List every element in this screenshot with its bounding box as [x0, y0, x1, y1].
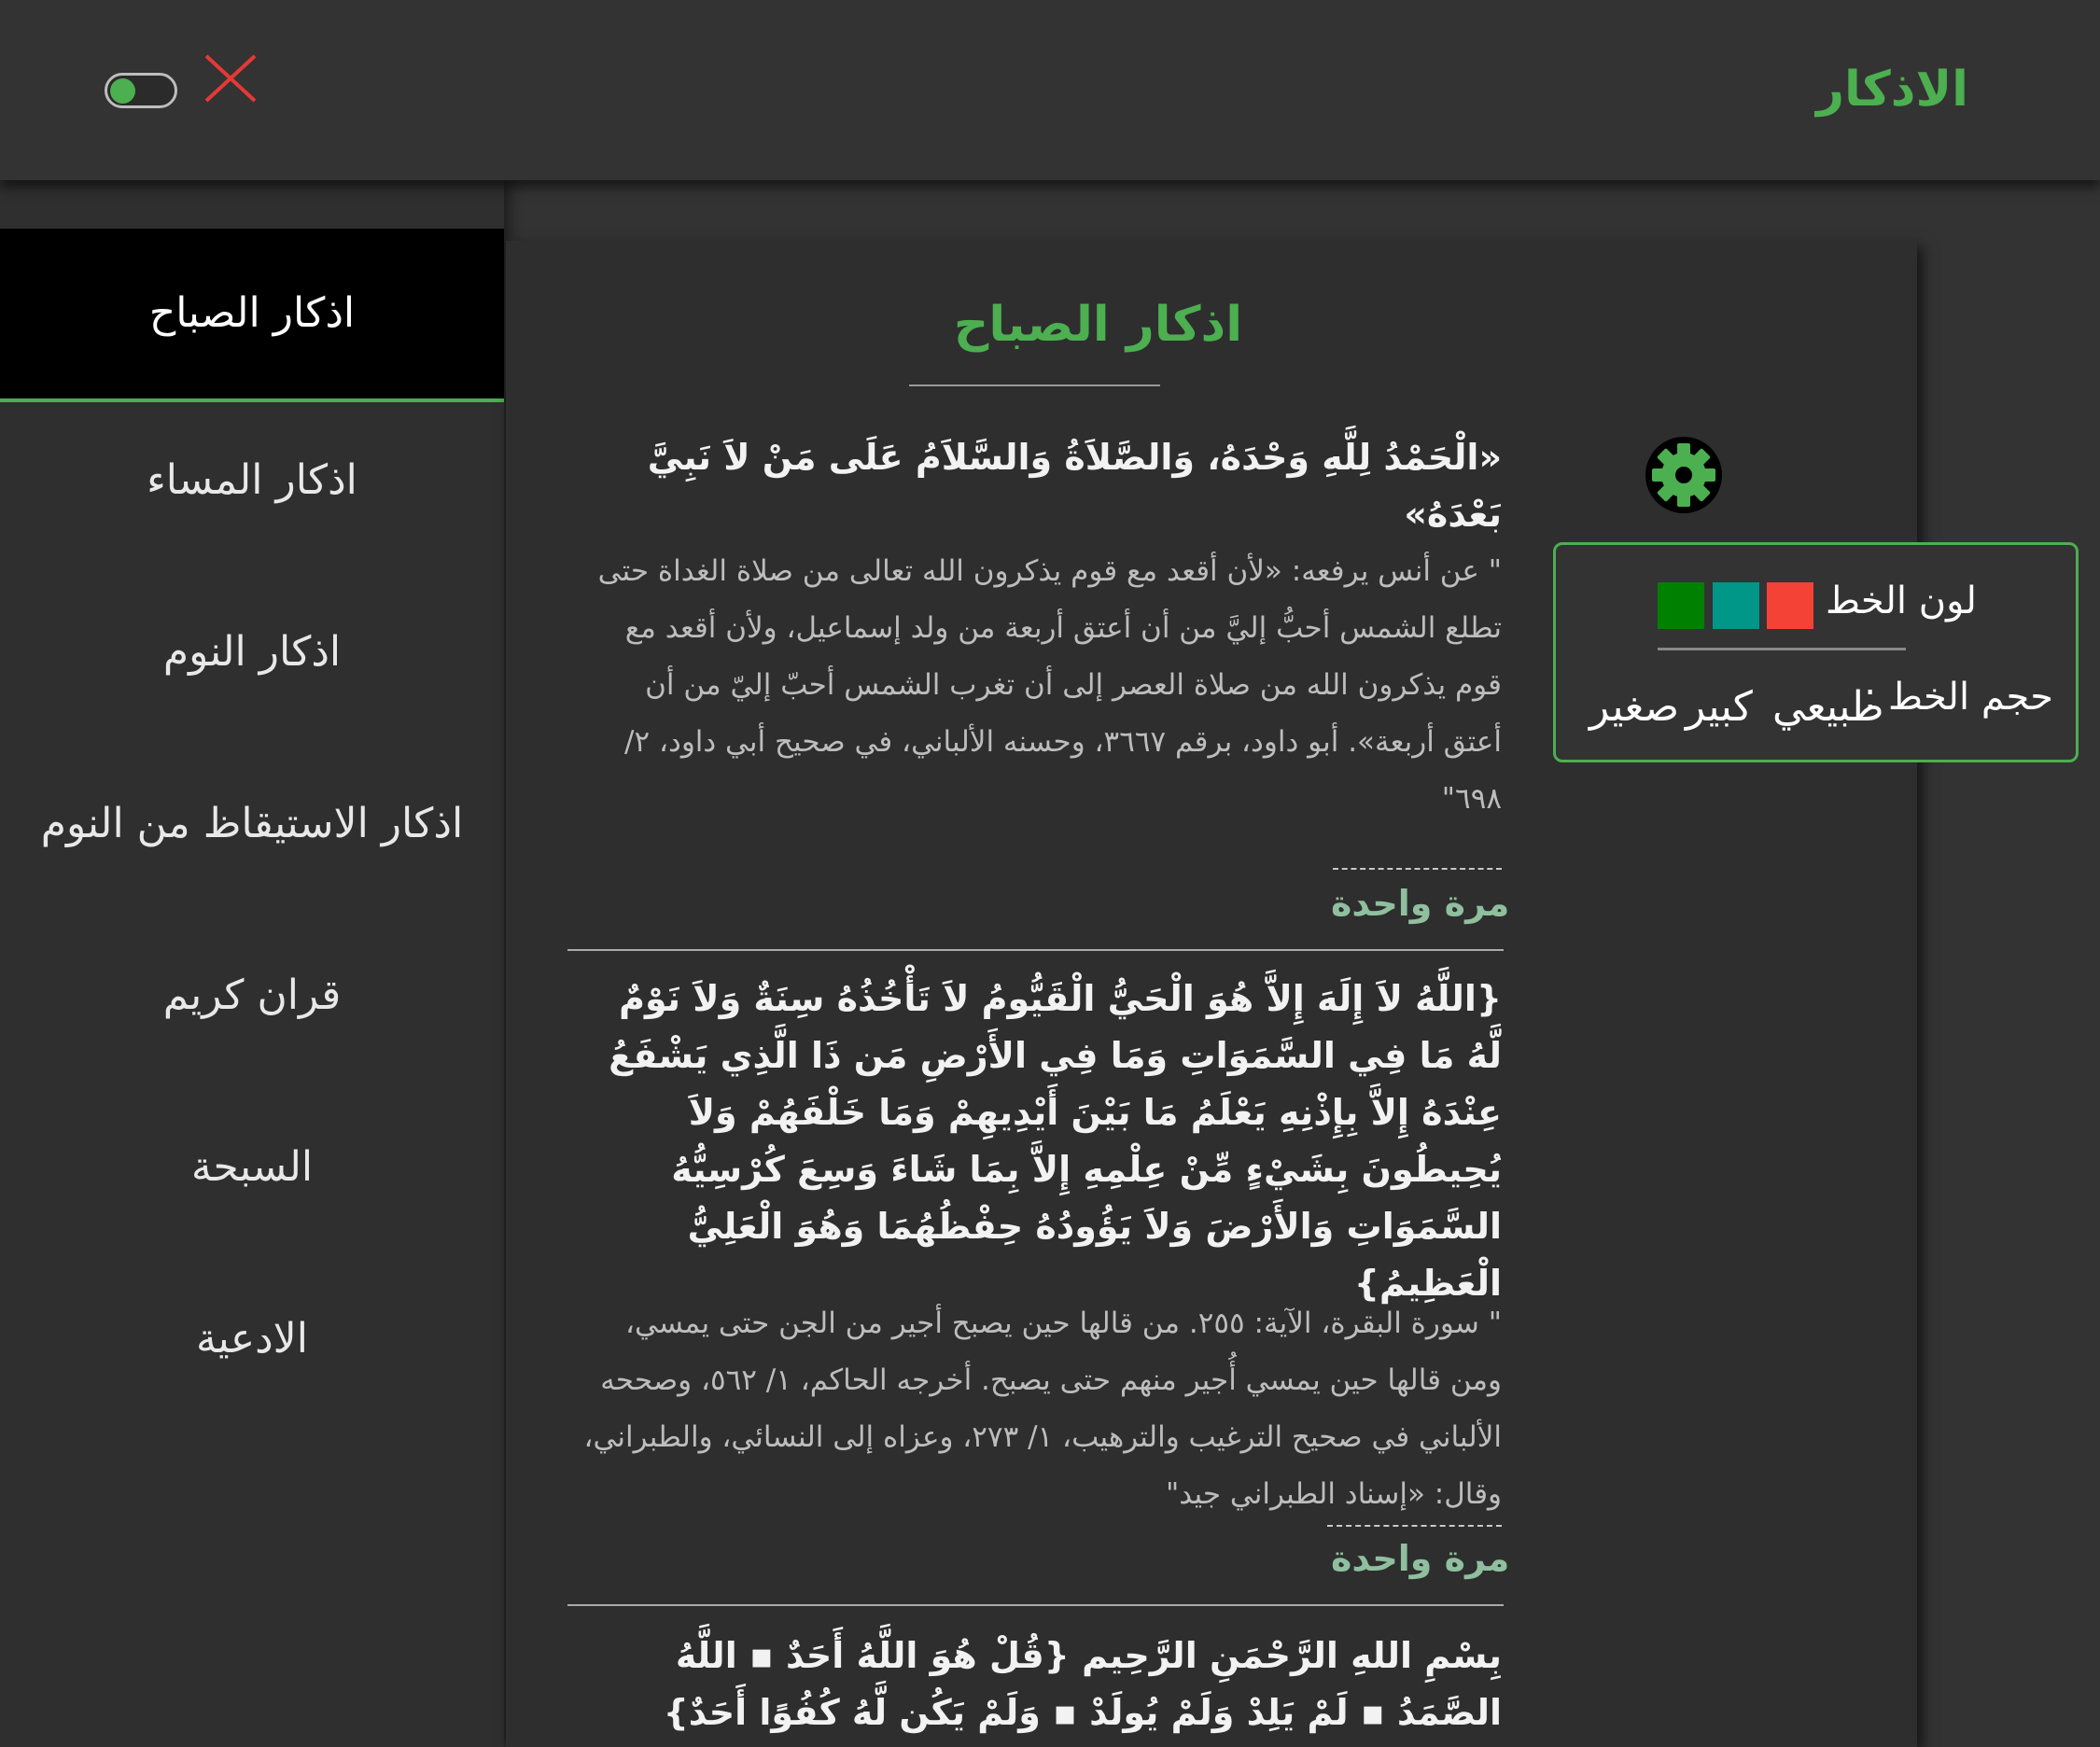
close-icon[interactable]: [203, 52, 259, 105]
sidebar-item-tasbih[interactable]: السبحة: [0, 1089, 504, 1248]
sidebar: اذكار الصباح اذكار المساء اذكار النوم اذ…: [0, 180, 504, 1747]
font-size-normal[interactable]: طبيعي: [1772, 683, 1883, 731]
toggle-knob: [110, 78, 135, 104]
sidebar-item-duas[interactable]: الادعية: [0, 1261, 504, 1419]
font-size-small[interactable]: صغير: [1589, 683, 1679, 731]
sidebar-item-waking-azkar[interactable]: اذكار الاستيقاظ من النوم: [0, 746, 504, 904]
app-title: الاذكار: [1816, 62, 1968, 118]
zekr-separator: [567, 949, 1504, 951]
sidebar-item-sleep-azkar[interactable]: اذكار النوم: [0, 574, 504, 733]
color-swatch-teal[interactable]: [1713, 582, 1759, 629]
color-swatch-red[interactable]: [1767, 582, 1813, 629]
sidebar-item-evening-azkar[interactable]: اذكار المساء: [0, 402, 504, 561]
zekr-text: بِسْمِ اللهِ الرَّحْمَنِ الرَّحِيم {قُلْ…: [663, 1635, 1502, 1733]
zekr-reference: " سورة البقرة، الآية: ٢٥٥. من قالها حين …: [583, 1307, 1502, 1511]
font-settings-panel: لون الخط : حجم الخط : طبيعي كبير صغير: [1553, 542, 2079, 762]
dotted-divider: [1333, 868, 1502, 870]
title-underline: [909, 384, 1160, 386]
sidebar-item-morning-azkar[interactable]: اذكار الصباح: [0, 229, 504, 402]
font-size-large[interactable]: كبير: [1686, 683, 1753, 731]
font-color-label: لون الخط :: [1800, 580, 1977, 622]
top-bar: الاذكار: [0, 0, 2100, 180]
repeat-count: مرة واحدة: [1331, 1538, 1510, 1579]
zekr-reference: " عن أنس يرفعه: «لأن أقعد مع قوم يذكرون …: [597, 554, 1502, 816]
gear-icon[interactable]: [1645, 436, 1723, 514]
zekr-separator: [567, 1604, 1504, 1606]
page-title: اذكار الصباح: [953, 297, 1243, 353]
dotted-divider: [1327, 1525, 1502, 1527]
color-swatch-green[interactable]: [1658, 582, 1704, 629]
repeat-count: مرة واحدة: [1331, 883, 1510, 924]
font-size-label: حجم الخط :: [1863, 676, 2053, 719]
zekr-text: «الْحَمْدُ لِلَّهِ وَحْدَهُ، وَالصَّلاَة…: [647, 437, 1502, 535]
swatch-underline: [1658, 648, 1906, 650]
zekr-text: {اللَّهُ لاَ إِلَهَ إِلاَّ هُوَ الْحَيُّ…: [609, 978, 1502, 1304]
theme-toggle-switch[interactable]: [105, 73, 177, 108]
sidebar-item-quran[interactable]: قران كريم: [0, 917, 504, 1076]
